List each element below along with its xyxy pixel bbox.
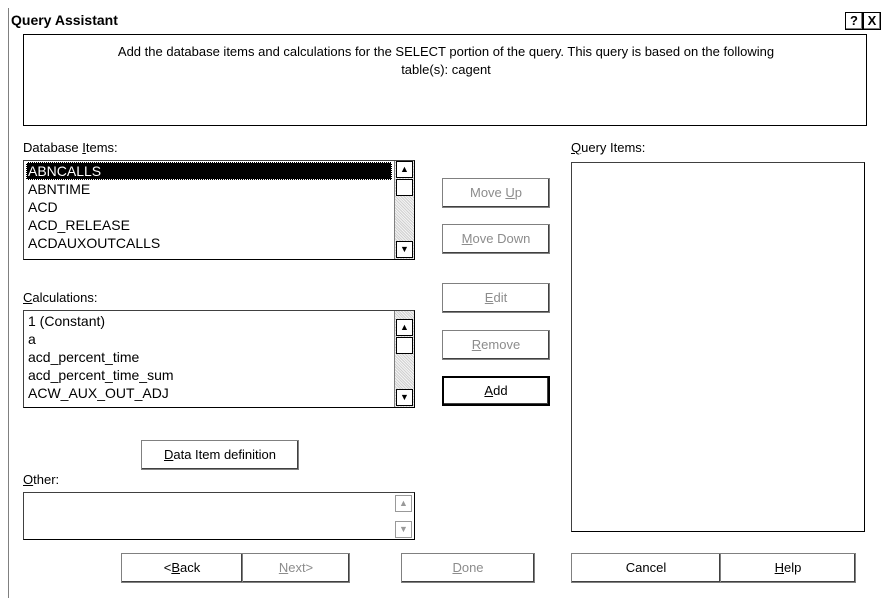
database-items-list[interactable]: ABNCALLS ABNTIME ACD ACD_RELEASE ACDAUXOUTCA… (23, 160, 415, 260)
help-button[interactable]: Help (720, 553, 856, 583)
scroll-down-icon[interactable]: ▼ (395, 521, 412, 538)
query-items-list[interactable] (571, 162, 865, 532)
list-item[interactable]: ACD_RELEASE (26, 216, 392, 234)
add-button[interactable]: Add (442, 376, 550, 406)
calculations-entries: 1 (Constant) a acd_percent_time acd_percent… (26, 312, 392, 402)
cancel-button[interactable]: Cancel (571, 553, 721, 583)
database-items-entries: ABNCALLS ABNTIME ACD ACD_RELEASE ACDAUXOUTCA… (26, 162, 392, 252)
list-item[interactable]: 1 (Constant) (26, 312, 392, 330)
calculations-scrollbar[interactable]: ▲ ▼ (394, 311, 414, 407)
close-icon[interactable]: X (863, 12, 881, 30)
instructions-line-1: Add the database items and calculations … (117, 44, 775, 59)
remove-button[interactable]: Remove (442, 330, 550, 360)
other-label: Other: (23, 472, 60, 487)
help-icon[interactable]: ? (845, 12, 863, 30)
back-button[interactable]: <Back (121, 553, 243, 583)
list-item[interactable]: ABNCALLS (26, 162, 392, 180)
scroll-up-icon[interactable]: ▲ (396, 161, 413, 178)
instructions-line-2: table(s): cagent (401, 62, 491, 77)
next-button[interactable]: Next> (242, 553, 350, 583)
data-item-definition-button[interactable]: Data Item definition (141, 440, 299, 470)
move-down-button[interactable]: Move Down (442, 224, 550, 254)
list-item[interactable]: acd_percent_time (26, 348, 392, 366)
list-item[interactable]: acd_percent_time_sum (26, 366, 392, 384)
list-item[interactable]: ACW_AUX_OUT_ADJ (26, 384, 392, 402)
scroll-up-icon[interactable]: ▲ (396, 319, 413, 336)
scroll-down-icon[interactable]: ▼ (396, 241, 413, 258)
scroll-down-icon[interactable]: ▼ (396, 389, 413, 406)
database-items-label: Database Items: (23, 140, 118, 155)
title-bar[interactable]: Query Assistant ? X (9, 8, 882, 32)
list-item[interactable]: ACDAUXOUTCALLS (26, 234, 392, 252)
scroll-up-icon[interactable]: ▲ (395, 495, 412, 512)
calculations-list[interactable]: 1 (Constant) a acd_percent_time acd_percent… (23, 310, 415, 408)
instructions-panel: Add the database items and calculations … (23, 34, 867, 126)
scroll-thumb[interactable] (396, 179, 413, 196)
query-items-label: Query Items: (571, 140, 646, 155)
query-assistant-dialog: Query Assistant ? X Add the database ite… (8, 8, 882, 598)
move-up-button[interactable]: Move Up (442, 178, 550, 208)
calculations-label: Calculations: (23, 290, 98, 305)
list-item[interactable]: ABNTIME (26, 180, 392, 198)
scroll-thumb[interactable] (396, 337, 413, 354)
edit-button[interactable]: Edit (442, 283, 550, 313)
dialog-title: Query Assistant (11, 12, 118, 28)
other-textarea[interactable]: ▲ ▼ (23, 492, 415, 540)
other-scrollbar[interactable]: ▲ ▼ (394, 493, 414, 539)
list-item[interactable]: ACD (26, 198, 392, 216)
list-item[interactable]: a (26, 330, 392, 348)
done-button[interactable]: Done (401, 553, 535, 583)
database-items-scrollbar[interactable]: ▲ ▼ (394, 161, 414, 259)
